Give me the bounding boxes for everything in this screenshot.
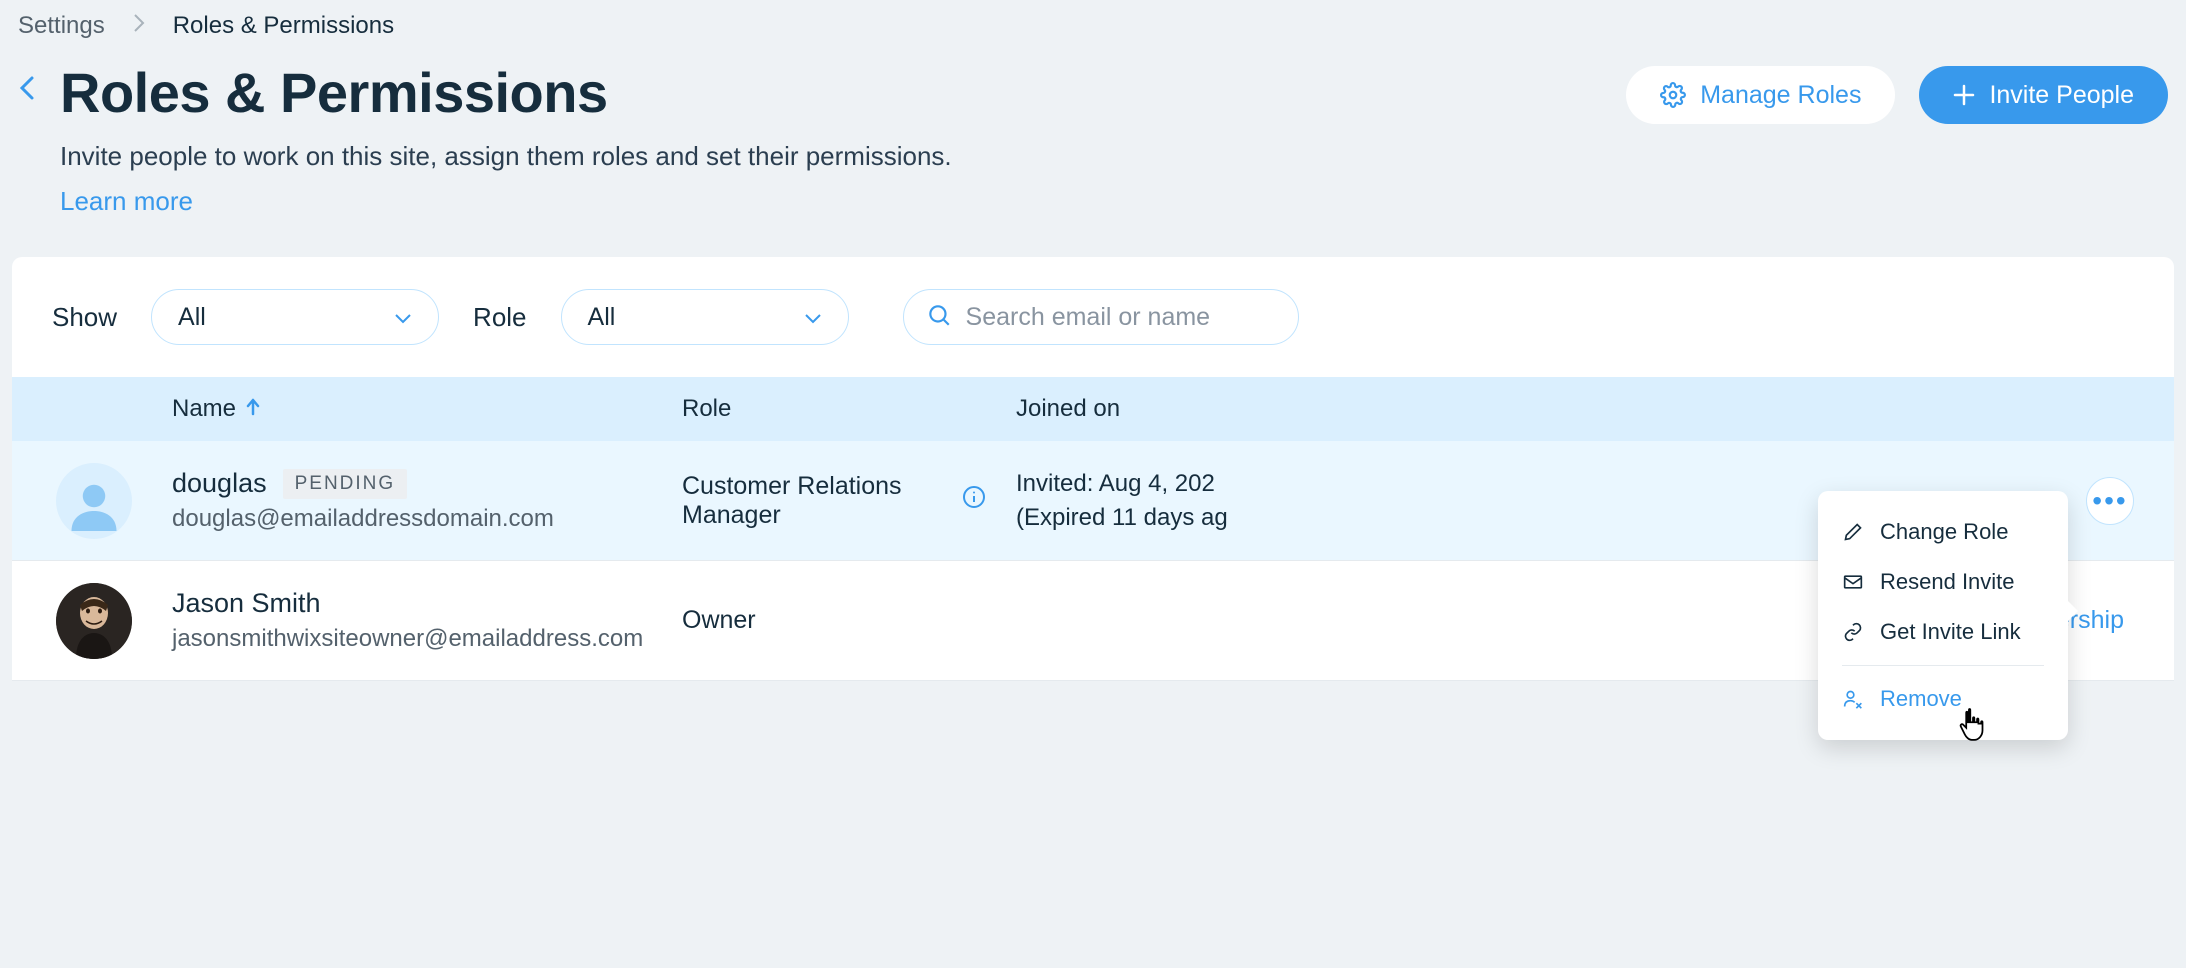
remove-user-icon xyxy=(1842,689,1864,709)
column-name[interactable]: Name xyxy=(172,395,682,423)
menu-change-role[interactable]: Change Role xyxy=(1818,507,2068,557)
chevron-right-icon xyxy=(133,12,145,40)
joined-line2: (Expired 11 days ag xyxy=(1016,501,1506,535)
user-email: douglas@emailaddressdomain.com xyxy=(172,505,682,533)
manage-roles-label: Manage Roles xyxy=(1700,81,1861,110)
learn-more-link[interactable]: Learn more xyxy=(60,186,952,217)
role-filter-label: Role xyxy=(473,302,526,333)
info-icon[interactable] xyxy=(962,485,986,516)
menu-remove[interactable]: Remove xyxy=(1818,674,2068,724)
avatar xyxy=(56,583,132,659)
invite-people-label: Invite People xyxy=(1989,81,2134,110)
column-name-label: Name xyxy=(172,395,236,423)
manage-roles-button[interactable]: Manage Roles xyxy=(1626,66,1895,124)
chevron-down-icon xyxy=(804,303,822,332)
gear-icon xyxy=(1660,82,1686,108)
row-context-menu: Change Role Resend Invite Get Invite Lin… xyxy=(1818,491,2068,740)
menu-resend-invite-label: Resend Invite xyxy=(1880,569,2015,595)
joined-line1: Invited: Aug 4, 202 xyxy=(1016,467,1506,501)
search-input[interactable] xyxy=(966,303,1276,332)
table-row: douglas PENDING douglas@emailaddressdoma… xyxy=(12,441,2174,561)
table-header: Name Role Joined on xyxy=(12,377,2174,441)
user-role: Customer Relations Manager xyxy=(682,472,950,530)
user-email: jasonsmithwixsiteowner@emailaddress.com xyxy=(172,625,682,653)
menu-remove-label: Remove xyxy=(1880,686,1962,712)
page-subtitle: Invite people to work on this site, assi… xyxy=(60,141,952,172)
avatar xyxy=(56,463,132,539)
sort-asc-icon xyxy=(246,395,260,423)
show-filter-select[interactable]: All xyxy=(151,289,439,345)
search-field-wrap[interactable] xyxy=(903,289,1299,345)
user-name: douglas xyxy=(172,468,267,499)
link-icon xyxy=(1842,622,1864,642)
page-header: Roles & Permissions Invite people to wor… xyxy=(0,60,2186,257)
column-joined[interactable]: Joined on xyxy=(1016,395,1506,423)
role-filter-select[interactable]: All xyxy=(561,289,849,345)
invite-people-button[interactable]: Invite People xyxy=(1919,66,2168,124)
row-more-button[interactable]: ••• xyxy=(2086,477,2134,525)
chevron-down-icon xyxy=(394,303,412,332)
menu-get-invite-link-label: Get Invite Link xyxy=(1880,619,2021,645)
roles-panel: Show All Role All Name xyxy=(12,257,2174,681)
pencil-icon xyxy=(1842,522,1864,542)
user-role: Owner xyxy=(682,606,756,635)
plus-icon xyxy=(1953,84,1975,106)
menu-divider xyxy=(1842,665,2044,666)
breadcrumb-current: Roles & Permissions xyxy=(173,12,394,40)
breadcrumb-parent[interactable]: Settings xyxy=(18,12,105,40)
show-filter-label: Show xyxy=(52,302,117,333)
envelope-icon xyxy=(1842,574,1864,590)
role-filter-value: All xyxy=(588,303,616,332)
user-name: Jason Smith xyxy=(172,588,321,619)
page-title: Roles & Permissions xyxy=(60,60,952,125)
menu-get-invite-link[interactable]: Get Invite Link xyxy=(1818,607,2068,657)
show-filter-value: All xyxy=(178,303,206,332)
menu-resend-invite[interactable]: Resend Invite xyxy=(1818,557,2068,607)
breadcrumb: Settings Roles & Permissions xyxy=(0,0,2186,60)
back-button[interactable] xyxy=(18,74,36,109)
column-role[interactable]: Role xyxy=(682,395,1016,423)
menu-change-role-label: Change Role xyxy=(1880,519,2008,545)
status-badge: PENDING xyxy=(283,469,408,499)
filters-bar: Show All Role All xyxy=(12,257,2174,377)
search-icon xyxy=(926,302,952,333)
